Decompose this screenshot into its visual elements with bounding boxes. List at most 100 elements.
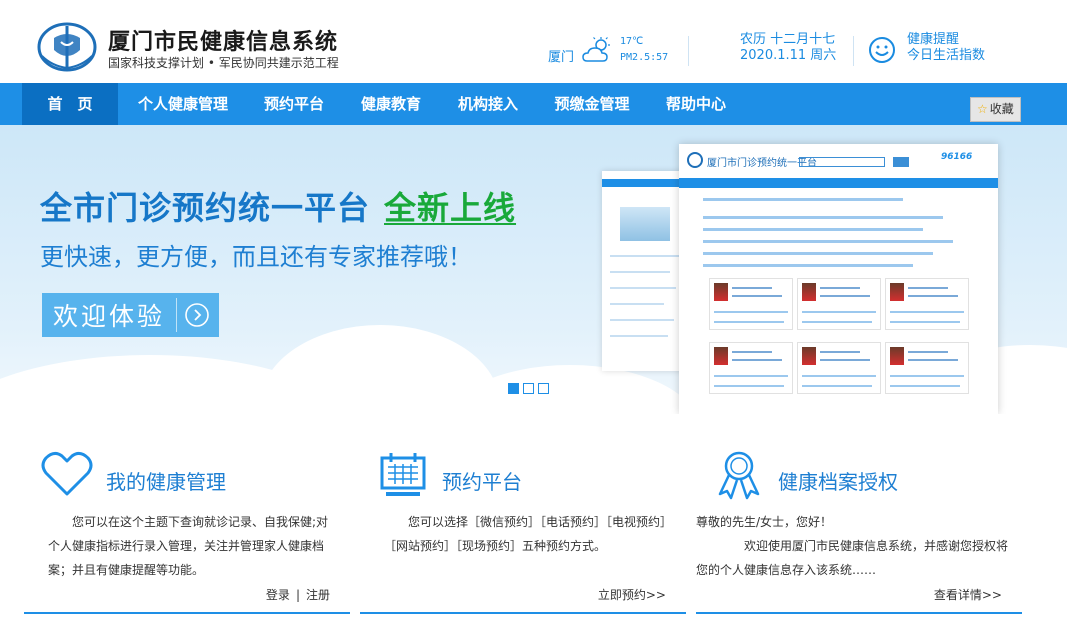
mock-header bbox=[602, 171, 688, 187]
mock-line bbox=[908, 351, 948, 353]
mock-line bbox=[732, 295, 782, 297]
feature-health-management: 我的健康管理 您可以在这个主题下查询就诊记录、自我保健;对个人健康指标进行录入管… bbox=[24, 446, 350, 614]
mock-line bbox=[714, 321, 784, 323]
banner-subline: 更快速，更方便，而且还有专家推荐哦！ bbox=[40, 243, 472, 271]
nav-item-health-education[interactable]: 健康教育 bbox=[349, 83, 433, 125]
banner-headline: 全市门诊预约统一平台 全新上线 bbox=[40, 183, 516, 229]
mock-line bbox=[703, 240, 953, 243]
mock-line bbox=[732, 359, 782, 361]
mock-line bbox=[890, 311, 964, 313]
login-link[interactable]: 登录 bbox=[266, 588, 290, 602]
carousel-dot-3[interactable] bbox=[538, 383, 549, 394]
try-now-button[interactable]: 欢迎体验 bbox=[42, 293, 219, 337]
mock-line bbox=[820, 359, 870, 361]
book-now-link[interactable]: 立即预约>> bbox=[598, 586, 666, 603]
weather-temperature: 17℃ bbox=[620, 36, 644, 47]
nav-item-home[interactable]: 首 页 bbox=[22, 83, 118, 125]
feature-description: 尊敬的先生/女士，您好！ 欢迎使用厦门市民健康信息系统，并感谢您授权将您的个人健… bbox=[696, 510, 1010, 582]
lunar-date: 农历 十二月十七 bbox=[740, 32, 836, 47]
nav-item-help-center[interactable]: 帮助中心 bbox=[654, 83, 738, 125]
mock-search-button bbox=[893, 157, 909, 167]
mock-line bbox=[802, 375, 876, 377]
mock-line bbox=[802, 321, 872, 323]
mock-line bbox=[732, 351, 772, 353]
feature-greeting: 尊敬的先生/女士，您好！ bbox=[696, 515, 833, 529]
feature-title[interactable]: 我的健康管理 bbox=[106, 466, 226, 495]
circle-arrow-right-icon bbox=[185, 303, 209, 327]
health-reminder-link[interactable]: 健康提醒 今日生活指数 bbox=[907, 32, 985, 64]
carousel-dot-2[interactable] bbox=[523, 383, 534, 394]
nav-item-prepayment[interactable]: 预缴金管理 bbox=[545, 83, 639, 125]
feature-appointment: 预约平台 您可以选择［微信预约］［电话预约］［电视预约］［网站预约］［现场预约］… bbox=[360, 446, 686, 614]
mock-line bbox=[610, 335, 668, 337]
mock-line bbox=[703, 264, 913, 267]
date-display: 农历 十二月十七 2020.1.11 周六 bbox=[740, 32, 836, 64]
solar-date: 2020.1.11 周六 bbox=[740, 48, 837, 63]
calendar-icon bbox=[380, 453, 426, 496]
mock-line bbox=[714, 375, 788, 377]
mock-line bbox=[703, 216, 943, 219]
doctor-photo bbox=[890, 283, 904, 301]
favorite-button[interactable]: ☆ 收藏 bbox=[970, 97, 1021, 122]
mock-line bbox=[890, 321, 960, 323]
heart-icon bbox=[41, 451, 93, 496]
mock-doctor-card bbox=[709, 342, 793, 394]
screenshot-preview: 厦门市门诊预约统一平台 96166 bbox=[679, 144, 998, 414]
carousel-dot-1[interactable] bbox=[508, 383, 519, 394]
mock-doctor-card bbox=[797, 342, 881, 394]
doctor-photo bbox=[714, 347, 728, 365]
weather-widget: 厦门 17℃ PM2.5:57 bbox=[548, 34, 668, 66]
mock-line bbox=[820, 351, 860, 353]
weather-city: 厦门 bbox=[548, 49, 575, 65]
mock-line bbox=[703, 252, 933, 255]
site-header: 厦门市民健康信息系统 国家科技支撑计划 • 军民协同共建示范工程 厦门 17℃ … bbox=[0, 0, 1067, 83]
feature-description: 您可以在这个主题下查询就诊记录、自我保健;对个人健康指标进行录入管理，关注并管理… bbox=[48, 510, 338, 582]
site-logo-icon[interactable] bbox=[36, 20, 98, 72]
mock-image bbox=[620, 207, 670, 241]
divider bbox=[24, 612, 350, 614]
feature-links: 登录 | 注册 bbox=[265, 588, 330, 602]
mock-line bbox=[610, 287, 676, 289]
star-icon: ☆ bbox=[977, 102, 988, 116]
reminder-subtitle: 今日生活指数 bbox=[907, 48, 986, 63]
divider bbox=[360, 612, 686, 614]
cloud-sun-icon bbox=[582, 37, 611, 62]
mock-phone: 96166 bbox=[941, 152, 973, 162]
mock-line bbox=[908, 359, 958, 361]
view-details-link[interactable]: 查看详情>> bbox=[934, 586, 1002, 603]
feature-title[interactable]: 健康档案授权 bbox=[778, 466, 898, 495]
divider bbox=[176, 298, 177, 332]
headline-text: 全市门诊预约统一平台 bbox=[40, 189, 371, 227]
weather-values: 17℃ PM2.5:57 bbox=[620, 34, 668, 66]
doctor-photo bbox=[802, 283, 816, 301]
feature-text: 您可以在这个主题下查询就诊记录、自我保健;对个人健康指标进行录入管理，关注并管理… bbox=[48, 515, 329, 577]
divider bbox=[688, 36, 689, 66]
award-ribbon-icon bbox=[718, 451, 760, 500]
mock-line bbox=[802, 385, 872, 387]
mock-line bbox=[610, 255, 680, 257]
register-link[interactable]: 注册 bbox=[306, 588, 330, 602]
nav-item-personal-health[interactable]: 个人健康管理 bbox=[128, 83, 238, 125]
mock-line bbox=[610, 271, 670, 273]
mock-line bbox=[610, 319, 674, 321]
feature-text: 欢迎使用厦门市民健康信息系统，并感谢您授权将您的个人健康信息存入该系统…… bbox=[696, 539, 1009, 577]
doctor-photo bbox=[714, 283, 728, 301]
nav-item-appointment[interactable]: 预约平台 bbox=[252, 83, 336, 125]
nav-item-institution-access[interactable]: 机构接入 bbox=[446, 83, 530, 125]
screenshot-preview-back bbox=[602, 171, 688, 371]
carousel-dots bbox=[508, 383, 549, 394]
feature-title[interactable]: 预约平台 bbox=[442, 466, 522, 495]
divider bbox=[853, 36, 854, 66]
weather-pm25: PM2.5:57 bbox=[620, 52, 669, 63]
mock-line bbox=[890, 385, 960, 387]
mock-doctor-card bbox=[885, 342, 969, 394]
mock-logo-icon bbox=[687, 152, 703, 168]
mock-line bbox=[732, 287, 772, 289]
divider bbox=[696, 612, 1022, 614]
mock-line bbox=[703, 228, 923, 231]
hero-banner[interactable]: 全市门诊预约统一平台 全新上线 更快速，更方便，而且还有专家推荐哦！ 欢迎体验 厦… bbox=[0, 125, 1067, 414]
smile-icon[interactable] bbox=[868, 36, 896, 64]
mock-line bbox=[714, 311, 788, 313]
doctor-photo bbox=[890, 347, 904, 365]
mock-line bbox=[802, 311, 876, 313]
